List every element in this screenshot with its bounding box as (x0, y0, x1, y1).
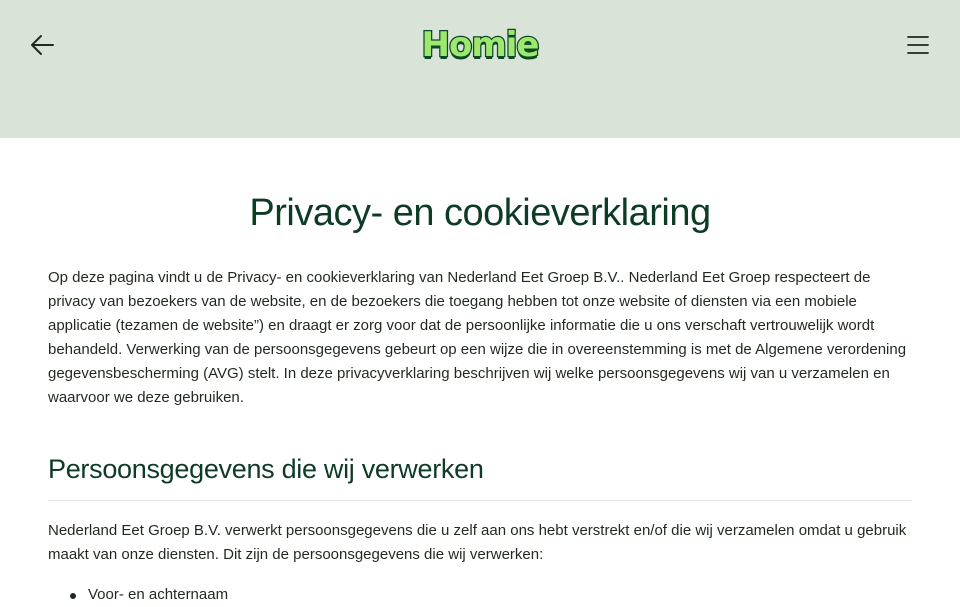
intro-paragraph: Op deze pagina vindt u de Privacy- en co… (48, 269, 907, 406)
homie-logo[interactable]: Homie (418, 22, 542, 68)
menu-button[interactable] (902, 30, 934, 60)
hamburger-menu-icon (907, 36, 929, 54)
personal-data-list: Voor- en achternaam (48, 583, 912, 607)
bullet-icon (70, 593, 76, 599)
logo-text: Homie (420, 25, 540, 65)
site-header: Homie (0, 0, 960, 138)
list-item: Voor- en achternaam (48, 583, 912, 607)
list-item-label: Voor- en achternaam (88, 586, 229, 603)
main-content: Privacy- en cookieverklaring Op deze pag… (48, 138, 912, 607)
section-paragraph: Nederland Eet Groep B.V. verwerkt persoo… (48, 522, 907, 563)
back-button[interactable] (26, 30, 58, 60)
page-title: Privacy- en cookieverklaring (249, 192, 711, 234)
arrow-left-icon (31, 35, 54, 55)
section-title-persoonsgegevens: Persoonsgegevens die wij verwerken (48, 452, 912, 501)
